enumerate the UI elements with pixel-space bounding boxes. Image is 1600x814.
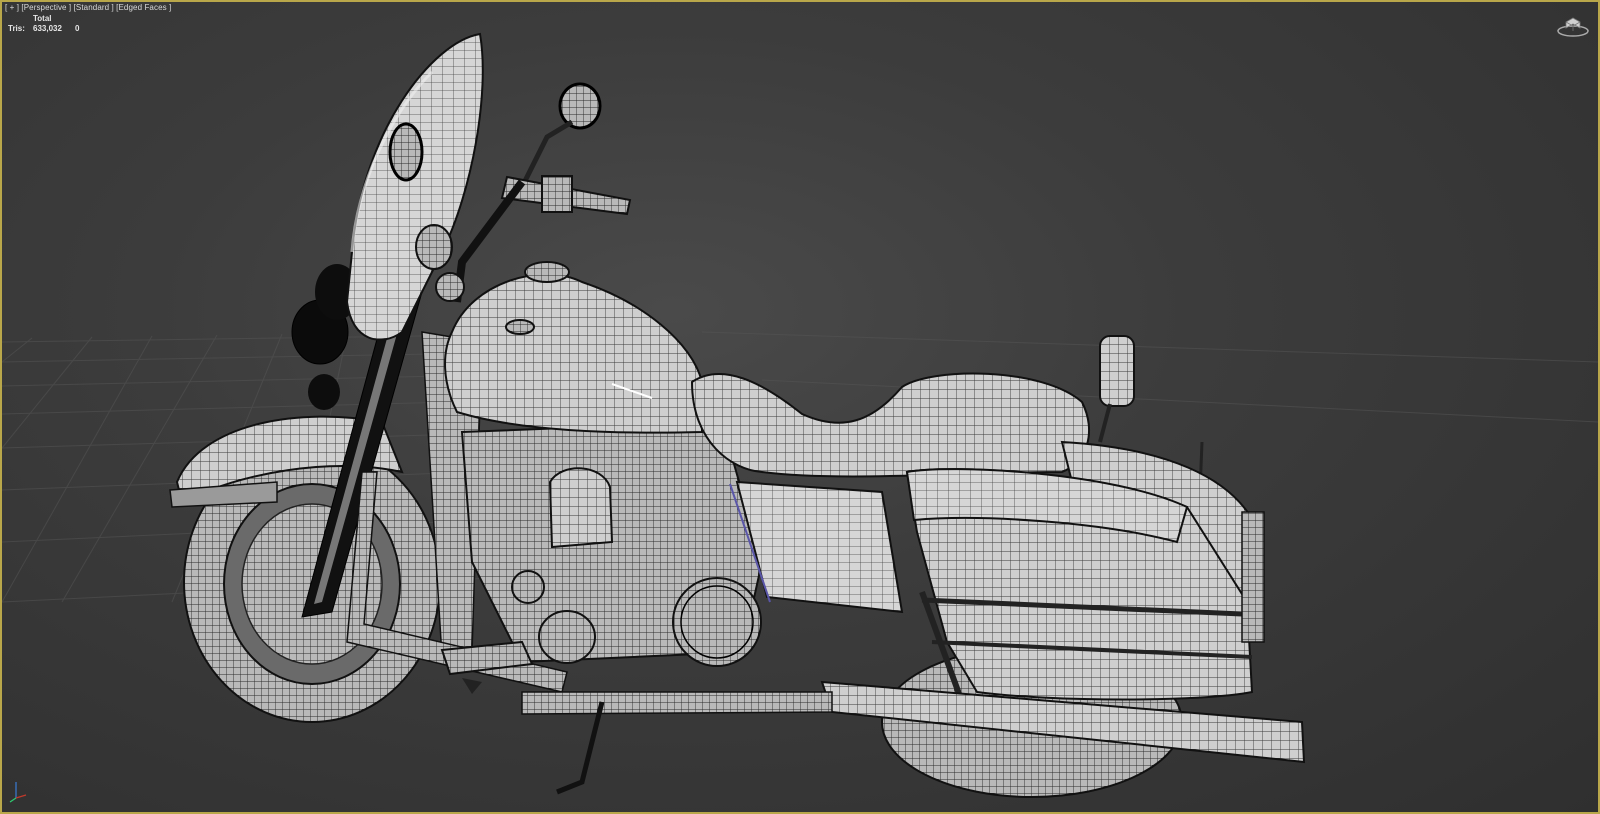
viewport-style-label[interactable]: [Edged Faces ] (116, 3, 171, 12)
viewport-shading-label[interactable]: [Standard ] (74, 3, 114, 12)
fuel-cap (524, 261, 570, 283)
perspective-viewport[interactable]: [ + ] [Perspective ] [Standard ] [Edged … (0, 0, 1600, 814)
air-cleaner (548, 467, 614, 549)
stats-tris-total: 633,032 (33, 24, 62, 33)
axis-tripod-icon (9, 782, 27, 803)
fuel-tank[interactable] (444, 273, 703, 434)
stats-tris-label: Tris: (8, 24, 25, 33)
kickstand (556, 701, 605, 795)
right-mirror (558, 82, 602, 130)
primary-cover (672, 577, 762, 667)
stats-total-header: Total (33, 14, 52, 23)
viewport-menu-label[interactable]: [ + ] (5, 3, 19, 12)
viewport-view-label[interactable]: [Perspective ] (21, 3, 71, 12)
left-mirror (388, 122, 424, 182)
viewport-label: [ + ] [Perspective ] [Standard ] [Edged … (5, 3, 171, 12)
motorcycle-wireframe-model[interactable] (2, 2, 1598, 812)
stats-tris-selected: 0 (75, 24, 80, 33)
rear-tail-marker (1099, 335, 1135, 407)
viewcube-icon[interactable] (1556, 14, 1590, 38)
seat[interactable] (690, 372, 1091, 478)
side-cover (735, 480, 904, 614)
